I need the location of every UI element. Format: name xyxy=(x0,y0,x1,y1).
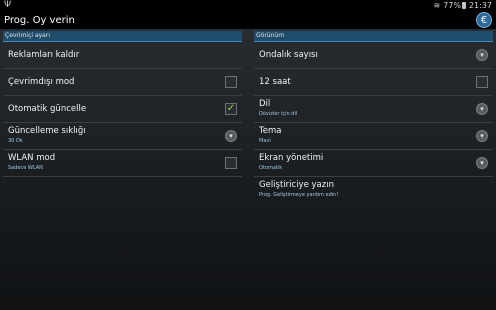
pref-subtitle: 30 Dk xyxy=(8,138,23,144)
pref-title: Güncelleme sıklığı xyxy=(8,126,86,136)
pref-title: Ondalık sayısı xyxy=(259,49,318,60)
pref-12-hour[interactable]: 12 saat xyxy=(254,69,493,96)
wlan-mode-checkbox[interactable] xyxy=(225,157,237,169)
pref-title: WLAN mod xyxy=(8,153,56,163)
pref-title: Tema xyxy=(259,126,282,136)
section-header-appearance: Görünüm xyxy=(254,31,493,42)
pref-screen-orientation[interactable]: Ekran yönetimi Otomatik ▾ xyxy=(254,150,493,177)
online-settings-column: Çevrimiçi ayarı Reklamları kaldır Çevrim… xyxy=(3,31,242,177)
pref-title: Ekran yönetimi xyxy=(259,153,324,163)
pref-title: Reklamları kaldır xyxy=(8,49,80,60)
battery-percent: 77% xyxy=(443,0,461,10)
usb-icon: Ψ xyxy=(4,0,12,10)
auto-update-checkbox[interactable]: ✓ xyxy=(225,103,237,115)
pref-title: Dil xyxy=(259,99,271,109)
status-bar: Ψ ≋ 77% 21:37 xyxy=(0,0,496,11)
pref-title: Geliştiriciye yazın xyxy=(259,180,334,190)
action-bar: Prog. Oy verin € xyxy=(0,11,496,29)
pref-title: Otomatik güncelle xyxy=(8,103,87,114)
pref-subtitle: Dövizler için dil xyxy=(259,111,298,117)
pref-auto-update[interactable]: Otomatik güncelle ✓ xyxy=(3,96,242,123)
offline-mode-checkbox[interactable] xyxy=(225,76,237,88)
pref-subtitle: Mavi xyxy=(259,138,271,144)
pref-update-frequency[interactable]: Güncelleme sıklığı 30 Dk ▾ xyxy=(3,123,242,150)
pref-contact-developer[interactable]: Geliştiriciye yazın Prog. Geliştirmeye y… xyxy=(254,177,493,203)
chevron-down-icon[interactable]: ▾ xyxy=(225,130,237,142)
app-icon-euro[interactable]: € xyxy=(476,12,492,28)
twelve-hour-checkbox[interactable] xyxy=(476,76,488,88)
pref-theme[interactable]: Tema Mavi ▾ xyxy=(254,123,493,150)
pref-language[interactable]: Dil Dövizler için dil ▾ xyxy=(254,96,493,123)
status-time: 21:37 xyxy=(468,0,492,10)
battery-icon xyxy=(461,2,466,9)
pref-subtitle: Prog. Geliştirmeye yardım edin! xyxy=(259,192,339,198)
pref-wlan-mode[interactable]: WLAN mod Sadece WLAN xyxy=(3,150,242,177)
pref-title: 12 saat xyxy=(259,76,291,87)
pref-subtitle: Sadece WLAN xyxy=(8,165,43,171)
pref-subtitle: Otomatik xyxy=(259,165,283,171)
chevron-down-icon[interactable]: ▾ xyxy=(476,103,488,115)
pref-title: Çevrimdışı mod xyxy=(8,76,75,87)
section-header-online: Çevrimiçi ayarı xyxy=(3,31,242,42)
pref-offline-mode[interactable]: Çevrimdışı mod xyxy=(3,69,242,96)
battery-indicator: 77% xyxy=(443,0,466,10)
chevron-down-icon[interactable]: ▾ xyxy=(476,49,488,61)
chevron-down-icon[interactable]: ▾ xyxy=(476,157,488,169)
pref-remove-ads[interactable]: Reklamları kaldır xyxy=(3,42,242,69)
app-title: Prog. Oy verin xyxy=(4,14,75,26)
chevron-down-icon[interactable]: ▾ xyxy=(476,130,488,142)
wifi-icon: ≋ xyxy=(433,0,441,10)
appearance-settings-column: Görünüm Ondalık sayısı ▾ 12 saat Dil Döv… xyxy=(254,31,493,203)
pref-decimal-places[interactable]: Ondalık sayısı ▾ xyxy=(254,42,493,69)
checkmark-icon: ✓ xyxy=(226,103,236,114)
